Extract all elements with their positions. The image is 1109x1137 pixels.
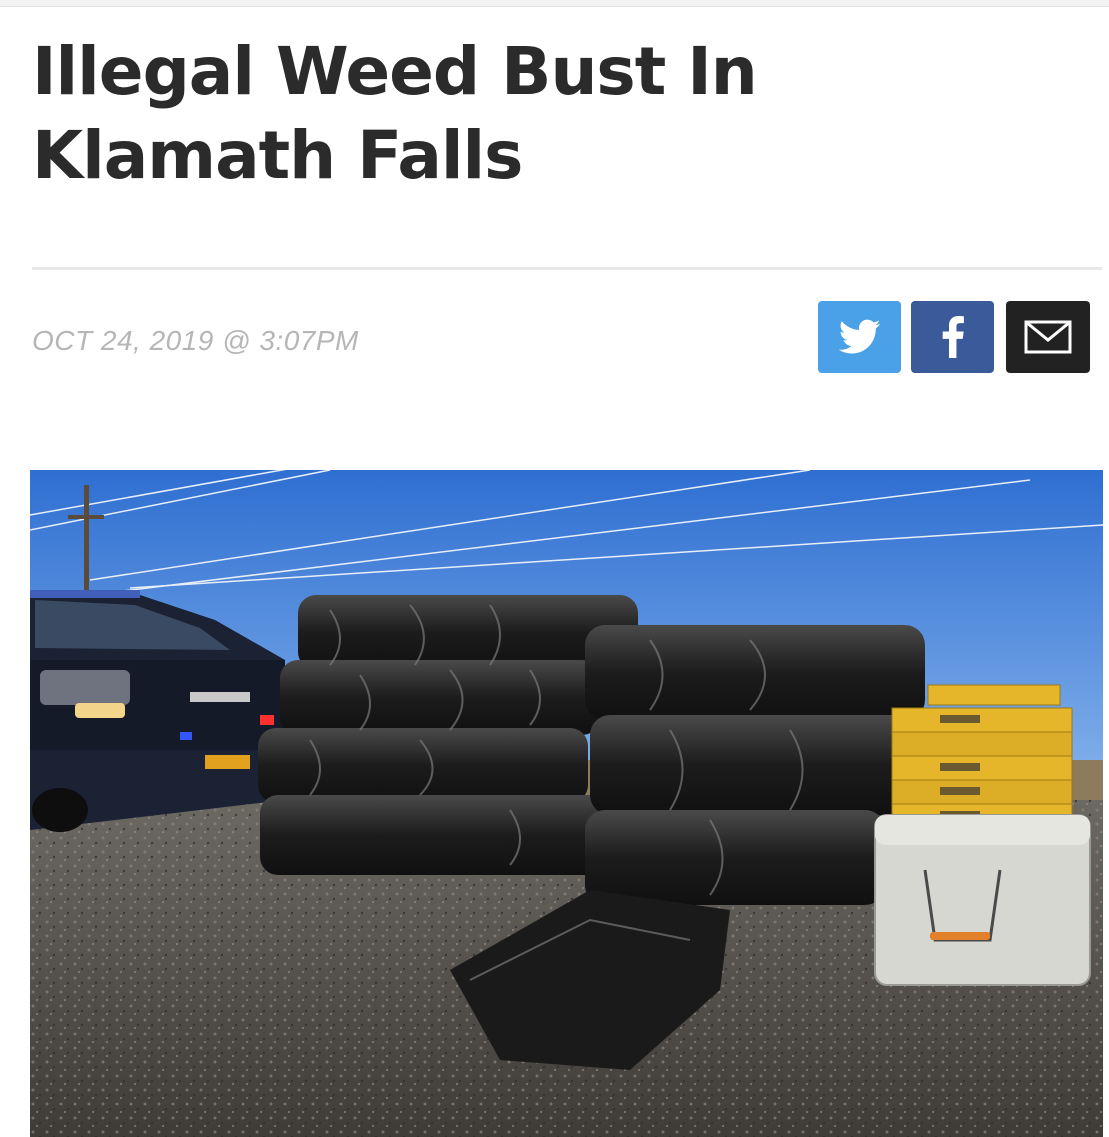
article-dateline: OCT 24, 2019 @ 3:07PM (32, 325, 359, 356)
white-cooler (874, 814, 1091, 986)
twitter-share-button[interactable] (818, 301, 901, 373)
email-share-button[interactable] (1006, 301, 1090, 373)
bust-scene-illustration (30, 470, 1103, 1137)
facebook-share-button[interactable] (911, 301, 994, 373)
envelope-icon (1024, 320, 1072, 354)
twitter-bird-icon (838, 319, 880, 354)
facebook-f-icon (942, 316, 964, 358)
article-headline: Illegal Weed Bust In Klamath Falls (32, 33, 758, 194)
headline-divider (32, 267, 1102, 270)
article-hero-image (30, 470, 1103, 1137)
top-border (0, 0, 1109, 7)
